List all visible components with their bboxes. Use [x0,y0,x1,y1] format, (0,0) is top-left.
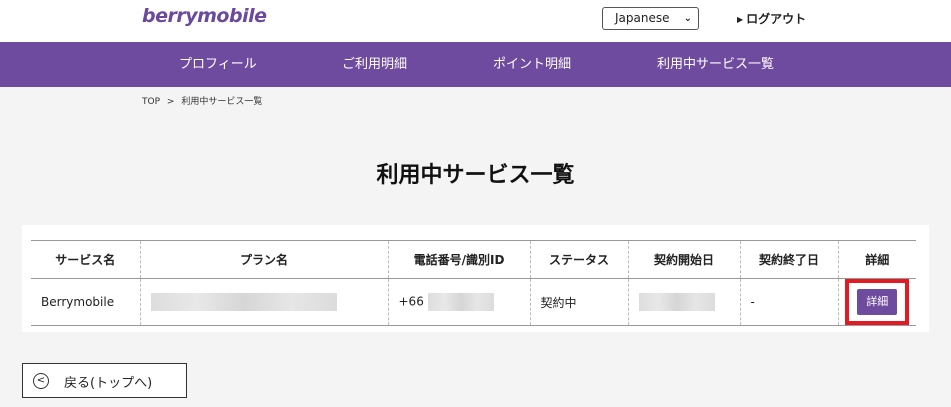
nav-item-services-list[interactable]: 利用中サービス一覧 [657,42,774,87]
logout-link[interactable]: ▶ ログアウト [737,10,806,27]
column-header-service: サービス名 [31,240,140,279]
column-header-detail: 詳細 [837,240,916,279]
column-header-end-date: 契約終了日 [739,240,838,279]
chevron-left-circle-icon: < [33,373,49,389]
top-bar: berrymobile Japanese ⌄ ▶ ログアウト [0,0,951,42]
cell-status: 契約中 [529,278,628,326]
cell-plan [139,278,388,326]
column-header-plan: プラン名 [139,240,388,279]
back-button-label: 戻る(トップへ) [64,376,153,391]
cell-phone: +66 [387,278,530,326]
column-header-phone: 電話番号/識別ID [387,240,530,279]
highlight-box: 詳細 [845,279,910,325]
cell-start-date [627,278,740,326]
nav-item-profile[interactable]: プロフィール [179,42,257,87]
services-table: サービス名 プラン名 電話番号/識別ID ステータス 契約開始日 契約終了日 詳… [31,240,916,326]
redacted-phone [427,293,494,311]
main-nav: プロフィール ご利用明細 ポイント明細 利用中サービス一覧 [0,42,951,87]
cell-service: Berrymobile [31,278,140,326]
cell-end-date: - [739,278,838,326]
page-title: 利用中サービス一覧 [376,163,575,188]
breadcrumb: TOP > 利用中サービス一覧 [142,94,266,107]
logout-label: ログアウト [746,12,807,26]
language-select-value: Japanese [615,11,670,25]
phone-prefix: +66 [398,294,424,309]
breadcrumb-home[interactable]: TOP [142,97,160,107]
breadcrumb-current: 利用中サービス一覧 [181,97,263,107]
nav-item-usage-details[interactable]: ご利用明細 [342,42,407,87]
column-header-start-date: 契約開始日 [627,240,740,279]
breadcrumb-separator: > [166,97,175,107]
detail-button[interactable]: 詳細 [857,289,898,315]
table-row: Berrymobile +66 契約中 - 詳細 [31,278,916,326]
cell-detail: 詳細 [837,278,916,326]
table-header-row: サービス名 プラン名 電話番号/識別ID ステータス 契約開始日 契約終了日 詳… [31,240,916,279]
column-header-status: ステータス [529,240,628,279]
nav-item-point-details[interactable]: ポイント明細 [493,42,571,87]
triangle-right-icon: ▶ [737,15,744,24]
chevron-down-icon: ⌄ [683,13,692,24]
redacted-start-date [638,293,715,311]
redacted-plan [150,293,337,311]
back-to-top-button[interactable]: < 戻る(トップへ) [22,363,187,398]
language-select[interactable]: Japanese ⌄ [602,7,699,30]
brand-logo[interactable]: berrymobile [142,5,267,27]
